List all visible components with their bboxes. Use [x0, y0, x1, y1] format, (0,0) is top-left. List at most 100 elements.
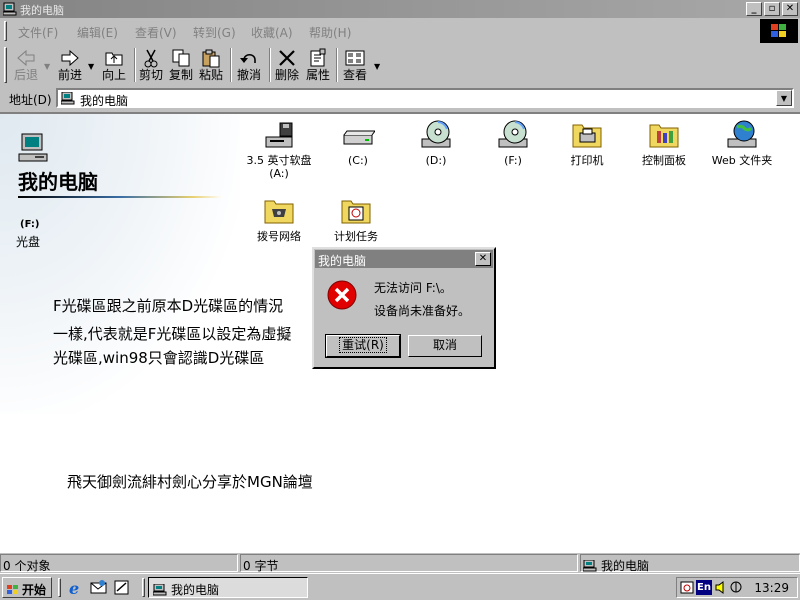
title-divider — [18, 196, 223, 198]
maximize-button[interactable]: ▫ — [764, 2, 780, 16]
menu-favorites[interactable]: 收藏(A) — [251, 24, 293, 41]
scheduled-tasks-icon — [341, 200, 371, 224]
dialup-networking-folder[interactable]: 拨号网络 — [239, 195, 319, 243]
status-location: 我的电脑 — [580, 554, 800, 573]
control-panel-icon — [649, 124, 679, 148]
close-button[interactable]: ✕ — [782, 2, 798, 16]
windows-flag-icon — [7, 585, 18, 594]
quicklaunch-grip — [58, 578, 61, 597]
my-computer-large-icon — [18, 133, 48, 162]
address-field[interactable]: 我的电脑 ▼ — [56, 88, 794, 108]
status-location-text: 我的电脑 — [601, 559, 650, 573]
forward-button[interactable]: 前进 — [54, 46, 86, 84]
paste-button[interactable]: 粘贴 — [197, 46, 225, 84]
menu-go[interactable]: 转到(G) — [193, 24, 236, 41]
ime-indicator[interactable]: En — [696, 580, 712, 595]
paste-icon — [202, 49, 220, 68]
folder-title: 我的电脑 — [18, 170, 98, 194]
dialog-close-button[interactable]: ✕ — [475, 252, 491, 266]
undo-icon — [240, 53, 256, 63]
cd-drive-d[interactable]: (D:) — [396, 119, 476, 167]
my-computer-icon — [153, 584, 167, 596]
internet-explorer-icon[interactable]: e — [67, 579, 85, 596]
toolbar-separator — [230, 48, 232, 82]
taskbar-button-label: 我的电脑 — [171, 583, 220, 597]
cd-drive-icon — [421, 120, 451, 148]
copy-icon — [172, 49, 190, 67]
cd-drive-f[interactable]: (F:) — [473, 119, 553, 167]
minimize-button[interactable]: _ — [746, 2, 762, 16]
overlay-credit: 飛天御劍流緋村劍心分享於MGN論壇 — [67, 473, 313, 491]
copy-button[interactable]: 复制 — [167, 46, 195, 84]
menu-grip — [4, 21, 7, 41]
toolbar-separator — [336, 48, 338, 82]
dialog-title: 我的电脑 — [318, 254, 367, 268]
address-dropdown-button[interactable]: ▼ — [776, 90, 792, 106]
my-computer-icon — [61, 92, 75, 105]
hard-drive-icon — [343, 130, 375, 145]
error-dialog[interactable]: 我的电脑 ✕ 无法访问 F:\。 设备尚未准备好。 重试(R) 取消 — [312, 247, 496, 369]
dialog-detail: 设备尚未准备好。 — [374, 304, 471, 318]
menu-view[interactable]: 查看(V) — [135, 24, 177, 41]
menu-edit[interactable]: 编辑(E) — [77, 24, 118, 41]
start-button[interactable]: 开始 — [2, 577, 52, 598]
my-computer-icon — [3, 2, 17, 16]
show-desktop-icon[interactable] — [113, 579, 131, 596]
start-label: 开始 — [22, 583, 47, 597]
cut-button[interactable]: 剪切 — [137, 46, 165, 84]
dialog-titlebar[interactable]: 我的电脑 ✕ — [315, 250, 493, 268]
cd-drive-icon — [498, 120, 528, 148]
toolbar: 后退 ▼ 前进 ▼ 向上 剪切 复制 粘贴 撤消 删除 属性 查看 ▼ — [0, 44, 800, 86]
taskbar: 开始 e 我的电脑 En 13:29 — [0, 573, 800, 600]
back-button[interactable]: 后退 — [10, 46, 42, 84]
web-folders[interactable]: Web 文件夹 — [702, 119, 782, 167]
toolbar-separator — [269, 48, 271, 82]
window-title: 我的电脑 — [20, 4, 64, 17]
views-dropdown-icon[interactable]: ▼ — [374, 62, 380, 71]
delete-x-icon — [279, 50, 295, 66]
menu-help[interactable]: 帮助(H) — [309, 24, 351, 41]
back-arrow-icon — [17, 49, 35, 67]
svg-text:e: e — [69, 579, 79, 596]
taskbar-button-my-computer[interactable]: 我的电脑 — [148, 577, 308, 598]
menu-file[interactable]: 文件(F) — [18, 24, 58, 41]
window-titlebar[interactable]: 我的电脑 _ ▫ ✕ — [0, 0, 800, 18]
control-panel-folder[interactable]: 控制面板 — [624, 119, 704, 167]
dialog-message: 无法访问 F:\。 — [374, 281, 452, 295]
printers-folder-icon — [572, 124, 602, 148]
back-dropdown-icon[interactable]: ▼ — [44, 62, 50, 71]
undo-button[interactable]: 撤消 — [234, 46, 264, 84]
selected-drive-type: 光盘 — [16, 235, 41, 249]
volume-icon[interactable] — [714, 580, 729, 595]
floppy-drive-a[interactable]: 3.5 英寸软盘 (A:) — [239, 119, 319, 180]
outlook-express-icon[interactable] — [90, 579, 108, 596]
address-label: 地址(D) — [9, 93, 52, 107]
up-button[interactable]: 向上 — [98, 46, 130, 84]
status-bar: 0 个对象 0 字节 我的电脑 — [0, 553, 800, 573]
address-bar: 地址(D) 我的电脑 ▼ — [0, 86, 800, 110]
cancel-button[interactable]: 取消 — [408, 335, 482, 357]
hard-drive-c[interactable]: (C:) — [318, 119, 398, 167]
scheduler-tray-icon[interactable] — [680, 580, 695, 595]
scheduled-tasks-folder[interactable]: 计划任务 — [316, 195, 396, 243]
forward-dropdown-icon[interactable]: ▼ — [88, 62, 94, 71]
error-icon — [327, 280, 357, 310]
properties-icon — [310, 48, 326, 67]
tasks-grip — [142, 578, 145, 597]
overlay-note-line1: F光碟區跟之前原本D光碟區的情況 — [53, 297, 284, 315]
network-tray-icon[interactable] — [729, 580, 744, 595]
retry-button[interactable]: 重试(R) — [325, 334, 401, 358]
address-value: 我的电脑 — [80, 94, 129, 108]
delete-button[interactable]: 删除 — [272, 46, 302, 84]
status-object-count: 0 个对象 — [0, 554, 238, 573]
dialup-networking-icon — [264, 200, 294, 224]
up-folder-icon — [105, 52, 123, 66]
properties-button[interactable]: 属性 — [303, 46, 333, 84]
windows-flag-icon — [771, 24, 786, 37]
toolbar-grip — [4, 47, 7, 83]
views-button[interactable]: 查看 — [340, 46, 370, 84]
clock: 13:29 — [754, 581, 789, 595]
system-tray: En 13:29 — [676, 577, 798, 598]
floppy-drive-icon — [265, 122, 293, 148]
printers-folder[interactable]: 打印机 — [547, 119, 627, 167]
